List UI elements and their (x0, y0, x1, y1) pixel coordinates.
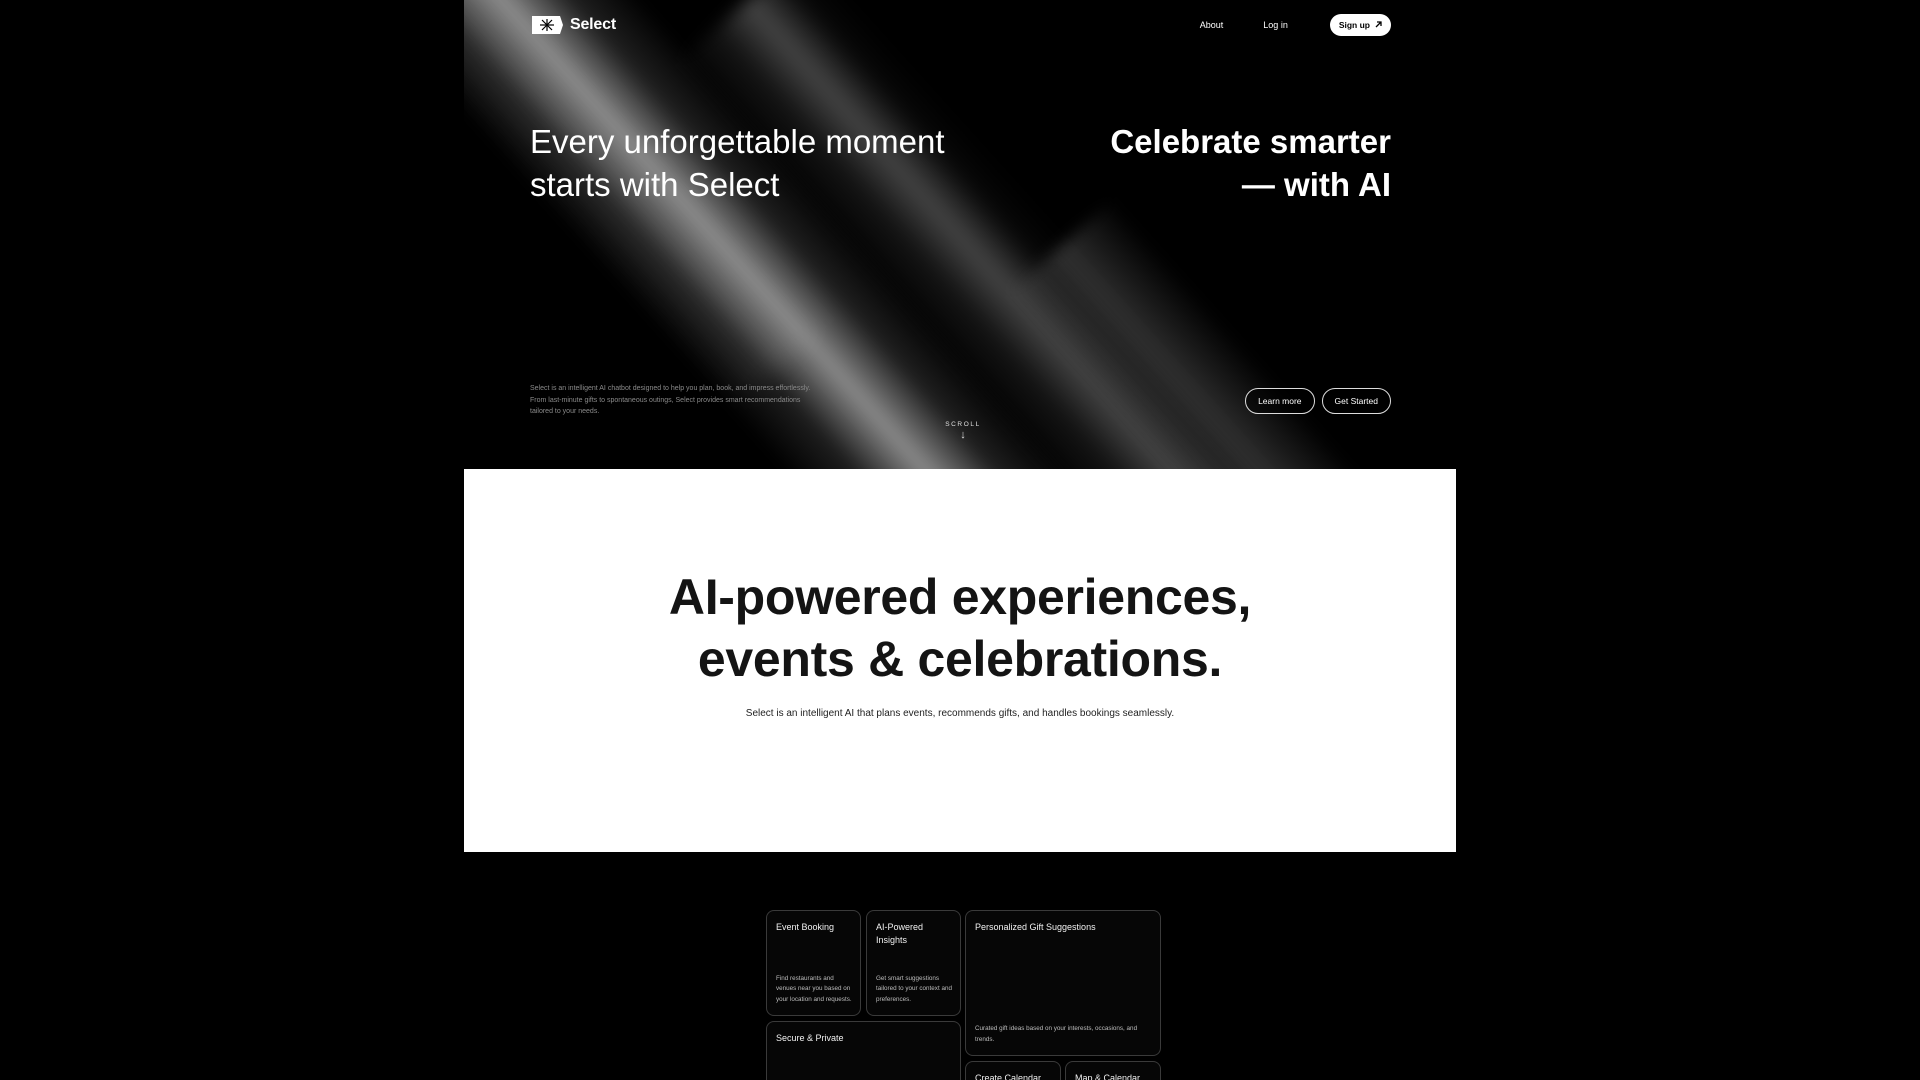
light-beam-decoration (1008, 199, 1456, 469)
feature-card-title: Event Booking (776, 922, 835, 932)
feature-card-description: Find restaurants and venues near you bas… (776, 974, 852, 1003)
intro-title: AI-powered experiences, events & celebra… (464, 566, 1456, 690)
feature-card-map-calendar[interactable]: Map & Calendar (1065, 1061, 1161, 1080)
feature-card-title: Create Calendar (975, 1073, 1042, 1080)
hero-section: Select About Log in Sign up Every unforg… (464, 0, 1456, 469)
scroll-indicator[interactable]: SCROLL ↓ (943, 421, 983, 441)
top-nav: Select About Log in Sign up (530, 14, 1391, 36)
feature-card-secure-private[interactable]: Secure & Private (766, 1021, 961, 1080)
logo-mark-icon (530, 15, 564, 35)
hero-headline: Every unforgettable moment starts with S… (530, 123, 945, 203)
learn-more-button[interactable]: Learn more (1245, 388, 1315, 414)
signup-label: Sign up (1338, 20, 1370, 30)
feature-card-gift-suggestions[interactable]: Personalized Gift Suggestions Curated gi… (965, 910, 1161, 1056)
intro-title-line-1: AI-powered experiences, (668, 569, 1252, 625)
intro-subtitle: Select is an intelligent AI that plans e… (745, 708, 1175, 719)
feature-card-title: AI-Powered Insights (876, 922, 924, 945)
brand-name: Select (570, 16, 616, 33)
hero-actions: Learn more Get Started (1245, 388, 1391, 414)
feature-card-ai-insights[interactable]: AI-Powered Insights Get smart suggestion… (866, 910, 961, 1016)
feature-card-title: Personalized Gift Suggestions (975, 922, 1096, 932)
brand-logo[interactable]: Select (530, 15, 616, 35)
tagline-line-2: — with AI (1241, 166, 1391, 203)
feature-card-description: Curated gift ideas based on your interes… (975, 1025, 1138, 1043)
arrow-down-icon: ↓ (960, 429, 966, 441)
get-started-button[interactable]: Get Started (1321, 388, 1391, 414)
hero-tagline: Celebrate smarter — with AI (1051, 120, 1391, 206)
nav-login-link[interactable]: Log in (1263, 20, 1288, 30)
nav-about-link[interactable]: About (1200, 20, 1224, 30)
feature-card-title: Map & Calendar (1075, 1073, 1141, 1080)
intro-section: AI-powered experiences, events & celebra… (464, 469, 1456, 852)
feature-card-create-calendar[interactable]: Create Calendar (965, 1061, 1061, 1080)
scroll-label: SCROLL (945, 421, 981, 428)
tagline-line-1: Celebrate smarter (1110, 123, 1391, 160)
arrow-up-right-icon (1375, 20, 1382, 30)
hero-description: Select is an intelligent AI chatbot desi… (530, 385, 811, 415)
landing-page: Select About Log in Sign up Every unforg… (464, 0, 1456, 1080)
feature-card-description: Get smart suggestions tailored to your c… (876, 974, 952, 1003)
feature-card-title: Secure & Private (776, 1033, 844, 1043)
intro-title-line-2: events & celebrations. (697, 631, 1223, 687)
signup-button[interactable]: Sign up (1329, 14, 1391, 36)
nav-links: About Log in Sign up (1200, 14, 1391, 36)
feature-card-event-booking[interactable]: Event Booking Find restaurants and venue… (766, 910, 861, 1016)
